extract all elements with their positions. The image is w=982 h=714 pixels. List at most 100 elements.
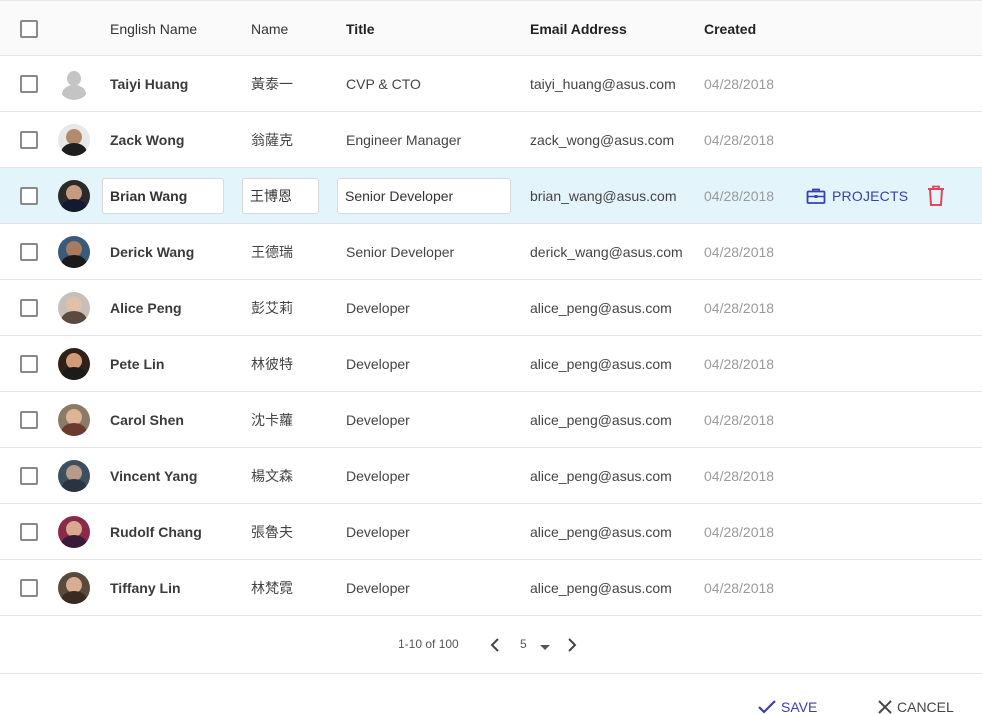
title: Developer [346, 524, 410, 540]
cancel-button[interactable]: CANCEL [877, 697, 954, 714]
next-page-button[interactable] [565, 637, 579, 653]
pagination-bar: 1-10 of 100 5 [0, 616, 982, 674]
table-row[interactable]: Vincent Yang 楊文森 Developer alice_peng@as… [0, 448, 982, 504]
trash-icon [928, 185, 944, 206]
english-name: Alice Peng [110, 300, 182, 316]
avatar-cell [58, 280, 90, 336]
avatar-cell [58, 504, 90, 560]
save-button[interactable]: SAVE [757, 697, 817, 714]
email: alice_peng@asus.com [530, 356, 672, 372]
col-header-title[interactable]: Title [346, 1, 375, 57]
row-checkbox[interactable] [20, 523, 38, 541]
name-input[interactable]: 王博恩 [242, 178, 319, 214]
row-checkbox-cell[interactable] [20, 448, 38, 504]
english-name: Pete Lin [110, 356, 165, 372]
english-name-input[interactable]: Brian Wang [102, 178, 224, 214]
table-row[interactable]: Carol Shen 沈卡蘿 Developer alice_peng@asus… [0, 392, 982, 448]
avatar [58, 572, 90, 604]
row-checkbox[interactable] [20, 75, 38, 93]
select-all-cell[interactable] [20, 1, 38, 57]
title: Developer [346, 300, 410, 316]
table-row[interactable]: Derick Wang 王德瑞 Senior Developer derick_… [0, 224, 982, 280]
row-checkbox-cell[interactable] [20, 560, 38, 616]
row-checkbox-cell[interactable] [20, 336, 38, 392]
col-header-email[interactable]: Email Address [530, 1, 627, 57]
title: Developer [346, 412, 410, 428]
close-icon [878, 700, 892, 714]
page-size-dropdown[interactable] [539, 640, 551, 650]
check-icon [758, 700, 776, 714]
english-name: Vincent Yang [110, 468, 198, 484]
name: 林梵霓 [251, 580, 293, 596]
english-name: Carol Shen [110, 412, 184, 428]
created-date: 04/28/2018 [704, 468, 775, 484]
row-checkbox[interactable] [20, 131, 38, 149]
name: 黃泰一 [251, 76, 293, 92]
briefcase-icon [806, 188, 826, 204]
row-checkbox[interactable] [20, 187, 38, 205]
row-checkbox[interactable] [20, 467, 38, 485]
table-row-editing[interactable]: Brian Wang 王博恩 Senior Developer brian_wa… [0, 168, 982, 224]
pagination-range: 1-10 of 100 [398, 637, 459, 651]
name: 彭艾莉 [251, 300, 293, 316]
title: Developer [346, 356, 410, 372]
created-date: 04/28/2018 [704, 244, 775, 260]
col-header-name[interactable]: Name [251, 1, 288, 57]
created-date: 04/28/2018 [704, 188, 775, 204]
avatar-cell [58, 224, 90, 280]
table-row[interactable]: Alice Peng 彭艾莉 Developer alice_peng@asus… [0, 280, 982, 336]
name: 林彼特 [251, 356, 293, 372]
table-row[interactable]: Tiffany Lin 林梵霓 Developer alice_peng@asu… [0, 560, 982, 616]
avatar-cell [58, 560, 90, 616]
title: CVP & CTO [346, 76, 421, 92]
row-checkbox[interactable] [20, 411, 38, 429]
table-row[interactable]: Taiyi Huang 黃泰一 CVP & CTO taiyi_huang@as… [0, 56, 982, 112]
select-all-checkbox[interactable] [20, 20, 38, 38]
row-checkbox-cell[interactable] [20, 224, 38, 280]
english-name: Rudolf Chang [110, 524, 202, 540]
english-name: Derick Wang [110, 244, 195, 260]
created-date: 04/28/2018 [704, 356, 775, 372]
created-date: 04/28/2018 [704, 412, 775, 428]
row-checkbox-cell[interactable] [20, 504, 38, 560]
avatar [58, 348, 90, 380]
row-checkbox-cell[interactable] [20, 112, 38, 168]
projects-button[interactable]: PROJECTS [806, 184, 908, 208]
table-row[interactable]: Pete Lin 林彼特 Developer alice_peng@asus.c… [0, 336, 982, 392]
row-checkbox-cell[interactable] [20, 56, 38, 112]
title: Senior Developer [346, 244, 455, 260]
title-input[interactable]: Senior Developer [337, 178, 511, 214]
row-checkbox[interactable] [20, 579, 38, 597]
cancel-label: CANCEL [897, 699, 954, 714]
row-checkbox-cell[interactable] [20, 280, 38, 336]
created-date: 04/28/2018 [704, 300, 775, 316]
row-checkbox-cell[interactable] [20, 168, 38, 224]
created-date: 04/28/2018 [704, 132, 775, 148]
col-header-created[interactable]: Created [704, 1, 756, 57]
email: derick_wang@asus.com [530, 244, 683, 260]
created-date: 04/28/2018 [704, 76, 775, 92]
delete-button[interactable] [926, 184, 946, 208]
avatar [58, 124, 90, 156]
row-checkbox[interactable] [20, 243, 38, 261]
prev-page-button[interactable] [488, 637, 502, 653]
created-date: 04/28/2018 [704, 580, 775, 596]
avatar-cell [58, 168, 90, 224]
email: alice_peng@asus.com [530, 524, 672, 540]
page-size-select[interactable]: 5 [520, 637, 527, 651]
avatar-cell [58, 392, 90, 448]
title: Engineer Manager [346, 132, 462, 148]
email: alice_peng@asus.com [530, 412, 672, 428]
email: alice_peng@asus.com [530, 300, 672, 316]
table-row[interactable]: Zack Wong 翁薩克 Engineer Manager zack_wong… [0, 112, 982, 168]
save-label: SAVE [781, 699, 818, 714]
table-row[interactable]: Rudolf Chang 張魯夫 Developer alice_peng@as… [0, 504, 982, 560]
avatar [58, 180, 90, 212]
caret-down-icon [540, 645, 550, 650]
english-name: Zack Wong [110, 132, 185, 148]
row-checkbox-cell[interactable] [20, 392, 38, 448]
row-checkbox[interactable] [20, 299, 38, 317]
row-checkbox[interactable] [20, 355, 38, 373]
col-header-english-name[interactable]: English Name [110, 1, 197, 57]
chevron-left-icon [490, 638, 499, 652]
